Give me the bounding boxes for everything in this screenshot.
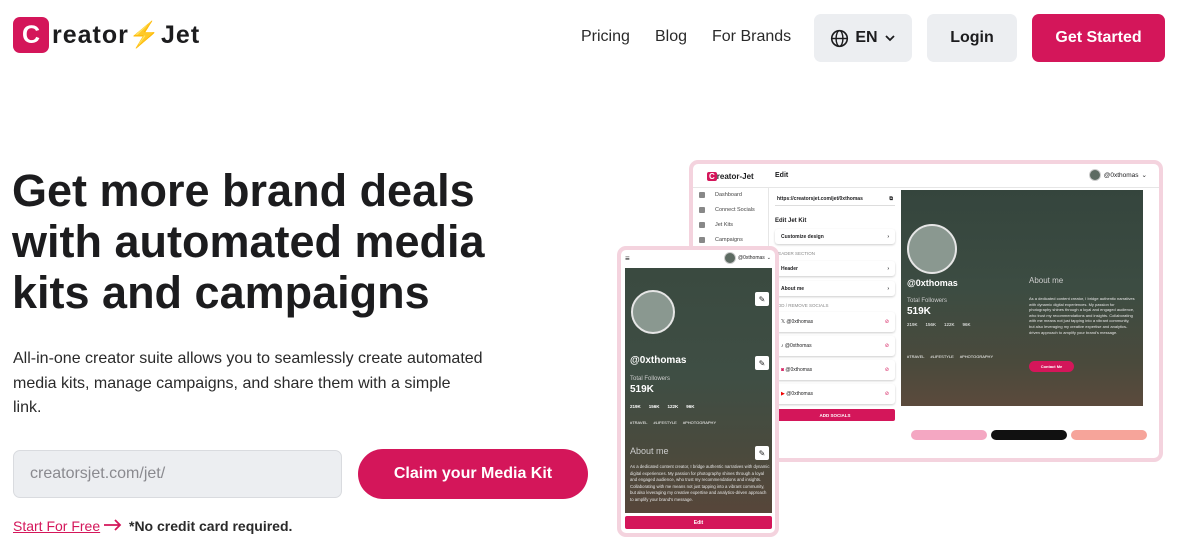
mockup-edit-title: Edit <box>775 172 789 179</box>
mockup-social-instagram: ◙ @0xthomas ⊘ <box>775 360 895 380</box>
mockup-header-section: HEADER SECTION <box>775 251 816 256</box>
preview-stats: 219K 156K 122K 96K <box>907 322 971 327</box>
copy-icon: ⧉ <box>889 195 893 202</box>
mockup-color-pill <box>991 430 1067 440</box>
avatar <box>631 290 675 334</box>
tiktok-icon: ♪ <box>781 343 784 349</box>
avatar <box>1088 169 1101 181</box>
mobile-tags: #TRAVEL #LIFESTYLE #PHOTOGRAPHY <box>630 420 717 425</box>
mobile-preview: ✎ @0xthomas ✎ Total Followers 519K 219K 1… <box>625 268 772 513</box>
language-label: EN <box>855 29 878 46</box>
sidebar-item-connect-socials: Connect Socials <box>699 207 755 213</box>
youtube-icon: ▶ <box>781 391 785 397</box>
sidebar-item-dashboard: Dashboard <box>699 192 742 198</box>
preview-about-text: As a dedicated content creator, I bridge… <box>1029 296 1135 335</box>
hero-subtitle: All-in-one creator suite allows you to s… <box>13 350 483 416</box>
chevron-down-icon <box>884 35 895 42</box>
preview-followers-label: Total Followers <box>907 298 948 304</box>
logo-mark: C <box>13 17 49 53</box>
pencil-icon: ✎ <box>755 356 769 370</box>
mobile-followers-count: 519K <box>630 384 654 395</box>
mockup-social-x: 𝕏 @0xthomas ⊘ <box>775 312 895 332</box>
mockup-user: @0xthomas ⌄ <box>1088 169 1147 181</box>
logo[interactable]: C reator⚡Jet <box>13 17 200 53</box>
mobile-stats: 219K 156K 122K 96K <box>630 404 695 409</box>
avatar <box>907 224 957 274</box>
language-selector[interactable]: EN <box>814 14 912 62</box>
jet-url-input[interactable] <box>13 450 342 498</box>
mockup-color-pill <box>911 430 987 440</box>
mockup-social-tiktok: ♪ @0xthomas ⊘ <box>775 336 895 356</box>
unlink-icon: ⊘ <box>884 343 889 349</box>
no-credit-card-note: *No credit card required. <box>129 518 293 534</box>
get-started-button[interactable]: Get Started <box>1032 14 1165 62</box>
mockup-topbar: Creator-Jet Edit @0xthomas ⌄ <box>693 164 1159 188</box>
preview-contact-button: Contact Me <box>1029 361 1074 372</box>
mockup-customize-row: Customize design › <box>775 229 895 244</box>
logo-text: reator⚡Jet <box>52 21 200 50</box>
mobile-topbar: ≡ @0xthomas ⌄ <box>621 250 775 266</box>
mockup-edit-panel: https://creatorsjet.com/jet/0xthomas ⧉ Ed… <box>775 192 895 454</box>
chevron-right-icon: › <box>887 285 889 292</box>
nav-for-brands[interactable]: For Brands <box>712 28 791 46</box>
preview-followers-count: 519K <box>907 306 931 317</box>
menu-icon: ≡ <box>625 253 630 263</box>
instagram-icon: ◙ <box>781 367 785 373</box>
mobile-user: @0xthomas ⌄ <box>724 252 771 264</box>
logo-word-before: reator <box>52 20 129 49</box>
mockup-header-row: Header › <box>775 261 895 276</box>
mockup-add-socials: ADD SOCIALS <box>775 409 895 421</box>
avatar <box>724 252 737 264</box>
unlink-icon: ⊘ <box>884 319 889 325</box>
mobile-handle: @0xthomas <box>630 355 687 366</box>
claim-media-kit-button[interactable]: Claim your Media Kit <box>358 449 588 499</box>
mobile-about-text: As a dedicated content creator, I bridge… <box>630 464 770 502</box>
mockup-social-youtube: ▶ @0xthomas ⊘ <box>775 384 895 404</box>
unlink-icon: ⊘ <box>884 367 889 373</box>
arrow-right-icon <box>104 519 122 531</box>
mockup-panel-title: Edit Jet Kit <box>775 218 807 224</box>
hero-title: Get more brand deals with automated medi… <box>12 165 485 318</box>
sidebar-item-jet-kits: Jet Kits <box>698 222 734 228</box>
sidebar-item-campaigns: Campaigns <box>699 237 743 243</box>
pencil-icon: ✎ <box>755 446 769 460</box>
preview-tags: #TRAVEL #LIFESTYLE #PHOTOGRAPHY <box>907 354 994 359</box>
unlink-icon: ⊘ <box>884 391 889 397</box>
nav-blog[interactable]: Blog <box>655 28 687 46</box>
preview-about-title: About me <box>1029 276 1064 285</box>
mockup-logo: Creator-Jet <box>707 172 754 181</box>
mobile-followers-label: Total Followers <box>630 376 671 382</box>
mobile-mockup: ≡ @0xthomas ⌄ ✎ @0xthomas ✎ Total Followe… <box>617 246 779 537</box>
mockup-socials-section: ADD / REMOVE SOCIALS <box>775 303 829 308</box>
logo-word-after: Jet <box>161 20 201 49</box>
mockup-about-row: About me › <box>775 281 895 296</box>
preview-handle: @0xthomas <box>907 278 958 288</box>
mobile-about-title: About me <box>630 446 669 456</box>
pencil-icon: ✎ <box>755 292 769 306</box>
nav-pricing[interactable]: Pricing <box>581 28 630 46</box>
mockup-preview: @0xthomas Total Followers 519K 219K 156K 1… <box>901 190 1143 406</box>
mobile-edit-button: Edit <box>625 516 772 529</box>
logo-bolt: ⚡ <box>128 20 162 49</box>
chevron-right-icon: › <box>887 265 889 272</box>
chevron-right-icon: › <box>887 233 889 240</box>
x-icon: 𝕏 <box>781 319 786 325</box>
globe-icon <box>831 29 849 47</box>
mockup-color-pill <box>1071 430 1147 440</box>
mockup-url: https://creatorsjet.com/jet/0xthomas ⧉ <box>775 192 895 206</box>
login-button[interactable]: Login <box>927 14 1017 62</box>
start-for-free-link[interactable]: Start For Free <box>13 518 100 534</box>
